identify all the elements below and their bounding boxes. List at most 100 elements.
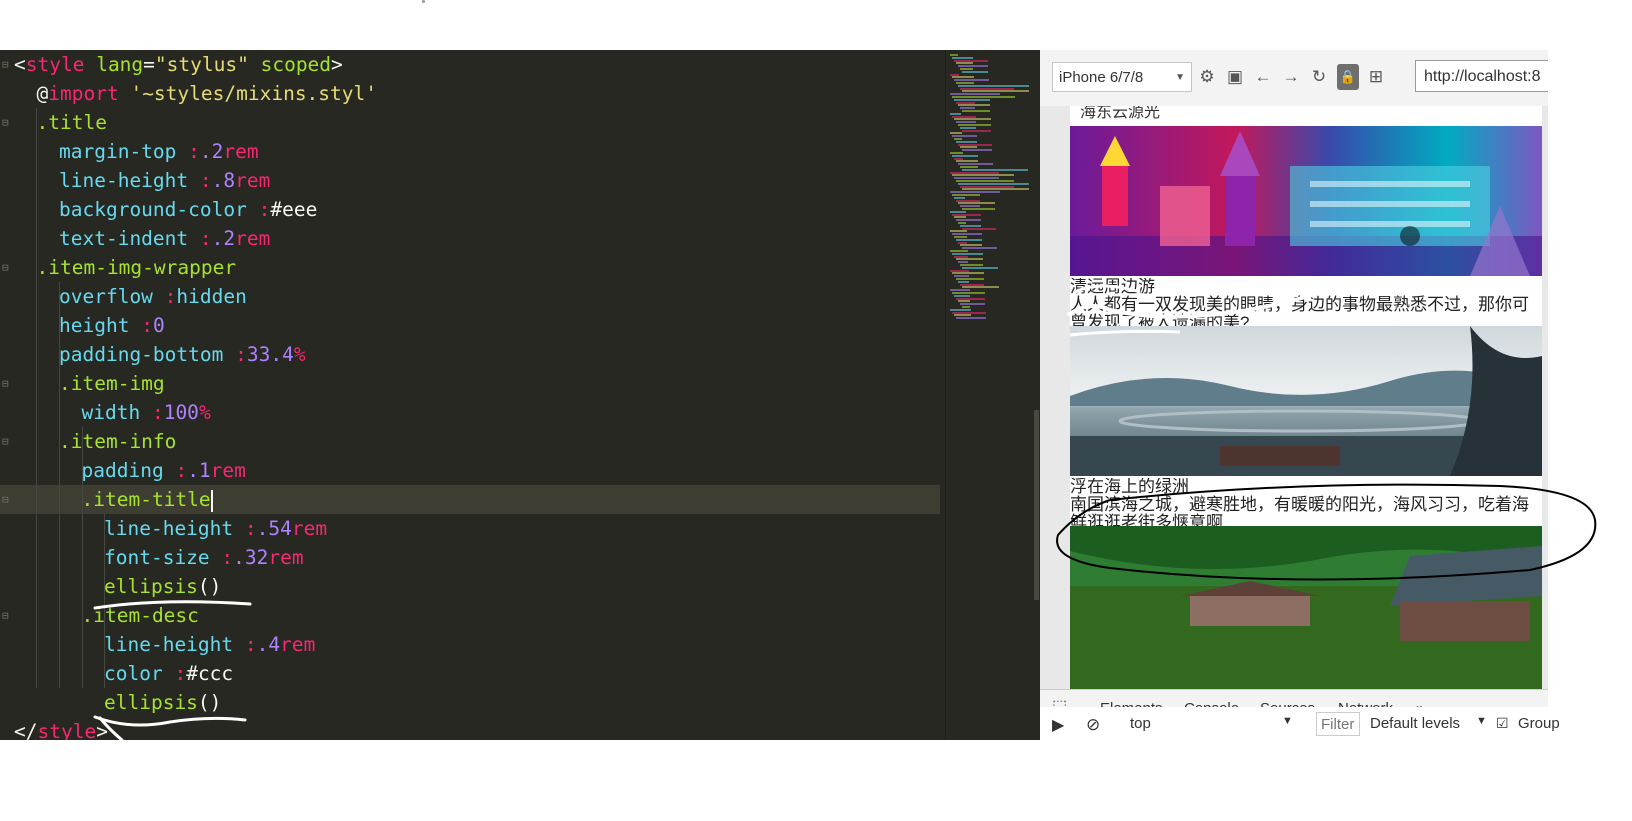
reload-icon[interactable]: ↻ [1308, 64, 1330, 90]
code-token: .item-img-wrapper [36, 256, 237, 279]
fold-marker-icon[interactable]: ⊟ [2, 601, 12, 630]
fold-marker-icon[interactable]: ⊟ [2, 50, 12, 79]
minimap-line [952, 292, 985, 294]
code-line[interactable]: height :0 [0, 311, 940, 340]
settings-icon[interactable]: ⚙ [1196, 64, 1218, 90]
context-select[interactable]: top [1130, 715, 1151, 732]
item-image[interactable] [1070, 526, 1542, 689]
code-line[interactable]: font-size :.32rem [0, 543, 940, 572]
code-line[interactable]: ⊟ .item-info [0, 427, 940, 456]
code-line[interactable]: @import '~styles/mixins.styl' [0, 79, 940, 108]
fold-marker-icon[interactable]: ⊟ [2, 108, 12, 137]
code-line[interactable]: padding-bottom :33.4% [0, 340, 940, 369]
code-line[interactable]: ⊟ .title [0, 108, 940, 137]
minimap-line [960, 107, 975, 110]
minimap-line [962, 247, 997, 250]
minimap-line [956, 101, 975, 104]
minimap-line [956, 121, 976, 124]
code-token: = [143, 53, 155, 76]
editor-scrollbar[interactable] [1034, 410, 1039, 600]
fold-marker-icon[interactable]: ⊟ [2, 485, 12, 514]
minimap-line [960, 146, 977, 149]
code-line[interactable]: margin-top :.2rem [0, 137, 940, 166]
url-field[interactable]: http://localhost:8 [1415, 60, 1548, 92]
clear-console-icon[interactable]: ⊘ [1086, 715, 1100, 735]
forward-icon[interactable]: → [1280, 64, 1302, 90]
minimap-line [954, 236, 967, 238]
item-image[interactable] [1070, 326, 1542, 476]
code-line[interactable]: ⊟ .item-img-wrapper [0, 253, 940, 282]
screenshot-icon[interactable]: ▣ [1224, 64, 1246, 90]
back-icon[interactable]: ← [1252, 64, 1274, 90]
minimap-line [950, 54, 958, 56]
minimap-line [954, 314, 971, 317]
minimap-line [956, 317, 986, 320]
grid-icon[interactable]: ⊞ [1365, 64, 1387, 90]
levels-select[interactable]: Default levels [1370, 715, 1460, 732]
code-token: () [197, 575, 222, 598]
code-token: rem [268, 546, 304, 569]
sidebar-toggle-icon[interactable]: ▶ [1052, 715, 1064, 735]
minimap-line [954, 255, 968, 258]
chevron-down-icon[interactable]: ▼ [1476, 715, 1487, 727]
minimap-line [950, 191, 1000, 194]
code-line[interactable]: ⊟ .item-desc [0, 601, 940, 630]
code-line[interactable]: ellipsis() [0, 572, 940, 601]
code-line[interactable]: color :#ccc [0, 659, 940, 688]
code-editor[interactable]: ⊟ <style lang="stylus" scoped> @import '~s… [0, 50, 945, 740]
minimap-line [962, 129, 991, 132]
code-line[interactable]: ⊟ <style lang="stylus" scoped> [0, 50, 940, 79]
phone-screen[interactable]: 海东云源光 清远周边游 人人都有一双发现美的眼睛，身边的事物最熟悉不过，那你可曾… [1070, 106, 1542, 689]
code-line[interactable]: overflow :hidden [0, 282, 940, 311]
filter-input[interactable]: Filter [1316, 712, 1360, 736]
minimap-line [954, 177, 999, 180]
minimap[interactable] [945, 50, 1041, 740]
minimap-line [960, 224, 981, 227]
indent-guide [59, 282, 60, 688]
minimap-line [958, 124, 991, 126]
fold-marker-icon[interactable]: ⊟ [2, 427, 12, 456]
minimap-line [952, 115, 976, 118]
code-token: .title [36, 111, 107, 134]
item-image[interactable] [1070, 126, 1542, 276]
device-viewport[interactable]: 海东云源光 清远周边游 人人都有一双发现美的眼睛，身边的事物最熟悉不过，那你可曾… [1040, 106, 1548, 689]
code-line[interactable]: line-height :.4rem [0, 630, 940, 659]
minimap-line [952, 76, 974, 79]
minimap-line [958, 163, 993, 166]
minimap-line [962, 168, 1028, 171]
code-token: lang [96, 53, 144, 76]
code-line[interactable]: line-height :.8rem [0, 166, 940, 195]
chevron-down-icon[interactable]: ▼ [1282, 715, 1293, 727]
code-line[interactable]: line-height :.54rem [0, 514, 940, 543]
code-token: line-height [59, 169, 189, 192]
code-line[interactable]: text-indent :.2rem [0, 224, 940, 253]
code-line[interactable]: </style> [0, 717, 940, 740]
code-token: .1 [187, 459, 211, 482]
code-token: "stylus" [154, 53, 249, 76]
code-token: 33.4 [246, 343, 294, 366]
minimap-line [954, 79, 989, 82]
code-line[interactable]: background-color :#eee [0, 195, 940, 224]
code-line[interactable]: width :100% [0, 398, 940, 427]
group-label: Group [1518, 715, 1560, 732]
item-title: 浮在海上的绿洲 [1070, 478, 1189, 496]
code-token: .item-info [59, 430, 177, 453]
fold-marker-icon[interactable]: ⊟ [2, 369, 12, 398]
lock-icon[interactable]: 🔒 [1337, 64, 1359, 90]
minimap-line [950, 112, 961, 115]
code-token: .32 [233, 546, 269, 569]
device-select[interactable]: iPhone 6/7/8 ▼ [1052, 62, 1192, 92]
checkbox-icon[interactable]: ☑ [1496, 715, 1509, 732]
console-toolbar: ▶ ⊘ top ▼ Filter Default levels ▼ ☑ Grou… [1040, 707, 1560, 740]
code-line[interactable]: padding :.1rem [0, 456, 940, 485]
code-line[interactable]: ellipsis() [0, 688, 940, 717]
code-line[interactable]: ⊟ .item-title [0, 485, 940, 514]
fold-marker-icon[interactable]: ⊟ [2, 253, 12, 282]
minimap-line [960, 87, 1014, 90]
minimap-line [952, 311, 986, 314]
minimap-line [954, 98, 990, 101]
indent-guide [104, 514, 105, 688]
code-line[interactable]: ⊟ .item-img [0, 369, 940, 398]
